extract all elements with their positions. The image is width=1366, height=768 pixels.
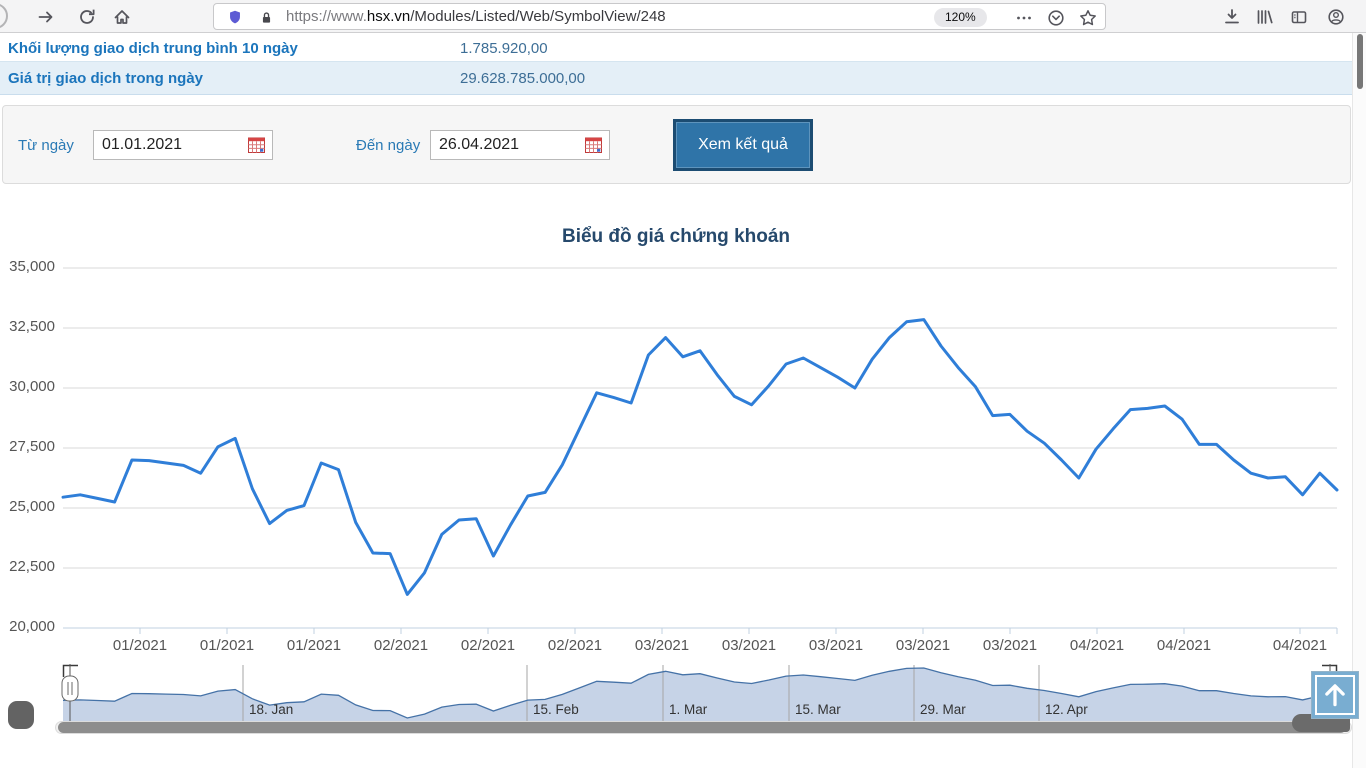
- from-date-input[interactable]: 01.01.2021: [93, 130, 273, 160]
- y-axis-tick-label: 25,000: [9, 498, 55, 515]
- scroll-to-top-button[interactable]: [1311, 671, 1359, 719]
- view-results-button[interactable]: Xem kết quả: [673, 119, 813, 171]
- navigator-tick-label: 29. Mar: [920, 702, 966, 717]
- tracking-protection-shield-icon[interactable]: [226, 8, 244, 32]
- from-date-value: 01.01.2021: [102, 136, 183, 153]
- x-axis-tick-label: 02/2021: [460, 637, 516, 654]
- price-chart: [61, 267, 1339, 634]
- url-protocol: https://www.: [286, 8, 367, 25]
- ellipsis-icon: [1017, 16, 1031, 20]
- star-icon: [1080, 10, 1096, 26]
- to-date-value: 26.04.2021: [439, 136, 520, 153]
- page-scrollbar-track[interactable]: [1352, 33, 1366, 768]
- from-date-label: Từ ngày: [18, 137, 74, 154]
- from-calendar-icon[interactable]: [248, 137, 265, 158]
- stat-row-volume: Khối lượng giao dịch trung bình 10 ngày …: [0, 33, 1352, 62]
- bookmark-star-button[interactable]: [1078, 8, 1098, 28]
- sidebar-icon: [1291, 11, 1307, 24]
- forward-icon: [38, 11, 53, 23]
- navigator-tick-label: 12. Apr: [1045, 702, 1088, 717]
- back-button[interactable]: [0, 3, 8, 29]
- navigator-scrollbar-left-cap[interactable]: [8, 701, 34, 729]
- home-button[interactable]: [112, 7, 132, 27]
- lock-icon[interactable]: [258, 9, 275, 32]
- x-axis-tick-label: 02/2021: [547, 637, 603, 654]
- y-axis-tick-label: 27,500: [9, 438, 55, 455]
- url-path: /Modules/Listed/Web/SymbolView/248: [410, 8, 666, 25]
- date-filter-panel: Từ ngày 01.01.2021 Đến ngày 26.04.2021 X…: [2, 105, 1351, 184]
- library-button[interactable]: [1254, 7, 1274, 27]
- stat-value: 1.785.920,00: [460, 40, 548, 57]
- y-axis-tick-label: 20,000: [9, 618, 55, 635]
- page-scrollbar-thumb[interactable]: [1357, 34, 1363, 89]
- reload-button[interactable]: [77, 7, 97, 27]
- to-date-input[interactable]: 26.04.2021: [430, 130, 610, 160]
- url-text: https://www.hsx.vn/Modules/Listed/Web/Sy…: [286, 8, 666, 25]
- zoom-level-badge[interactable]: 120%: [934, 8, 987, 27]
- download-icon: [1225, 9, 1239, 24]
- stat-label: Giá trị giao dịch trong ngày: [8, 70, 204, 87]
- forward-button[interactable]: [36, 7, 56, 27]
- y-axis-tick-label: 22,500: [9, 558, 55, 575]
- reload-icon: [80, 9, 95, 24]
- x-axis-tick-label: 01/2021: [112, 637, 168, 654]
- y-axis-tick-label: 32,500: [9, 318, 55, 335]
- url-bar[interactable]: https://www.hsx.vn/Modules/Listed/Web/Sy…: [213, 3, 1106, 30]
- navigator-tick-label: 1. Mar: [669, 702, 708, 717]
- stat-value: 29.628.785.000,00: [460, 70, 586, 87]
- pocket-icon: [1048, 10, 1064, 26]
- stat-label: Khối lượng giao dịch trung bình 10 ngày: [8, 40, 298, 57]
- x-axis-tick-label: 04/2021: [1272, 637, 1328, 654]
- library-icon: [1257, 10, 1273, 24]
- chart-title: Biểu đồ giá chứng khoán: [561, 226, 791, 247]
- x-axis-tick-label: 04/2021: [1069, 637, 1125, 654]
- save-to-pocket-button[interactable]: [1046, 8, 1066, 28]
- page-actions-button[interactable]: [1014, 8, 1034, 28]
- navigator-tick-label: 15. Mar: [795, 702, 841, 717]
- x-axis-tick-label: 03/2021: [634, 637, 690, 654]
- arrow-up-icon: [1325, 684, 1345, 707]
- downloads-button[interactable]: [1222, 7, 1242, 27]
- x-axis-tick-label: 01/2021: [199, 637, 255, 654]
- x-axis-tick-label: 03/2021: [721, 637, 777, 654]
- navigator-tick-label: 15. Feb: [533, 702, 579, 717]
- x-axis-tick-label: 03/2021: [982, 637, 1038, 654]
- to-calendar-icon[interactable]: [585, 137, 602, 158]
- account-button[interactable]: [1326, 7, 1346, 27]
- x-axis-tick-label: 01/2021: [286, 637, 342, 654]
- x-axis-tick-label: 02/2021: [373, 637, 429, 654]
- account-icon: [1328, 9, 1344, 25]
- browser-toolbar: https://www.hsx.vn/Modules/Listed/Web/Sy…: [0, 0, 1366, 33]
- x-axis-tick-label: 03/2021: [808, 637, 864, 654]
- to-date-label: Đến ngày: [356, 137, 421, 154]
- x-axis-tick-label: 03/2021: [895, 637, 951, 654]
- stat-row-value: Giá trị giao dịch trong ngày 29.628.785.…: [0, 62, 1352, 95]
- x-axis-tick-label: 04/2021: [1156, 637, 1212, 654]
- y-axis-tick-label: 35,000: [9, 258, 55, 275]
- navigator-scrollbar-thumb[interactable]: [58, 722, 1346, 733]
- home-icon: [114, 10, 130, 24]
- url-domain: hsx.vn: [366, 8, 411, 25]
- y-axis-tick-label: 30,000: [9, 378, 55, 395]
- sidebar-toggle-button[interactable]: [1289, 7, 1309, 27]
- navigator-tick-label: 18. Jan: [249, 702, 294, 717]
